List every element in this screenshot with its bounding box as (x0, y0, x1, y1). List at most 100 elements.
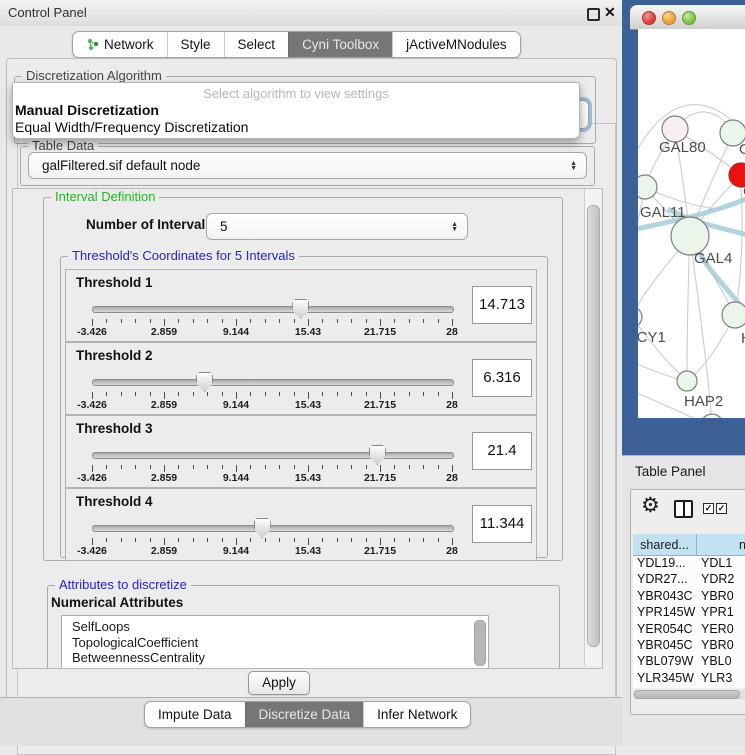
interval-definition-title: Interval Definition (51, 189, 159, 204)
threshold-slider[interactable]: -3.4262.8599.14415.4321.71528 (92, 517, 452, 557)
threshold-slider[interactable]: -3.4262.8599.14415.4321.71528 (92, 444, 452, 484)
network-node-gal11[interactable] (638, 175, 657, 199)
slider-tick (92, 319, 93, 326)
slider-track (92, 306, 454, 313)
tab-cyni-toolbox[interactable]: Cyni Toolbox (288, 32, 392, 57)
close-traffic-light-icon[interactable] (642, 11, 656, 25)
slider-tick (207, 319, 208, 323)
slider-tick (351, 319, 352, 323)
network-node-hap2[interactable] (677, 371, 697, 391)
table-row[interactable]: YBR043CYBR0 (633, 589, 745, 605)
table-hscrollbar-track[interactable] (633, 690, 745, 699)
algorithm-option-manual-discretization[interactable]: Manual Discretization (15, 102, 159, 118)
slider-tick (106, 319, 107, 323)
column-header-shared[interactable]: shared... (633, 534, 697, 556)
tab-impute-data[interactable]: Impute Data (145, 702, 245, 727)
network-window-titlebar[interactable] (630, 5, 745, 30)
network-edge[interactable] (735, 187, 742, 315)
threshold-value-field[interactable]: 6.316 (472, 359, 532, 397)
network-node-h[interactable] (722, 302, 745, 328)
zoom-traffic-light-icon[interactable] (682, 11, 696, 25)
table-row[interactable]: YIL052CYIL0 (633, 687, 745, 688)
table-row[interactable]: YER054CYER0 (633, 622, 745, 638)
table-data-combobox[interactable]: galFiltered.sif default node ▲▼ (28, 152, 587, 179)
network-edge[interactable] (638, 317, 687, 381)
bottom-tab-bar: Impute DataDiscretize DataInfer Network (144, 701, 471, 728)
node-table[interactable]: shared...n YDL19...YDL1YDR27...YDR2YBR04… (633, 534, 745, 688)
slider-thumb[interactable] (196, 372, 213, 392)
tab-jactivemnodules[interactable]: jActiveMNodules (392, 32, 520, 57)
minimize-traffic-light-icon[interactable] (662, 11, 676, 25)
network-node-gcy1[interactable] (638, 307, 642, 327)
threshold-value-field[interactable]: 14.713 (472, 286, 532, 324)
checkbox-icon[interactable]: ✓ (716, 503, 727, 514)
slider-tick-label: 15.43 (295, 545, 321, 557)
table-cell: YIL0 (697, 687, 745, 688)
attribute-item-selfloops[interactable]: SelfLoops (62, 619, 488, 635)
table-cell: YBR045C (633, 638, 697, 654)
table-row[interactable]: YLR345WYLR3 (633, 671, 745, 687)
number-of-intervals-combobox[interactable]: 5 ▲▼ (206, 213, 468, 240)
slider-tick (351, 392, 352, 396)
slider-tick (106, 465, 107, 469)
tab-discretize-data[interactable]: Discretize Data (245, 702, 364, 727)
slider-thumb[interactable] (369, 445, 386, 465)
network-edge[interactable] (638, 187, 645, 279)
table-row[interactable]: YBR045CYBR0 (633, 638, 745, 654)
network-node-label: GAL4 (694, 250, 732, 267)
node-table-body: YDL19...YDL1YDR27...YDR2YBR043CYBR0YPR14… (633, 556, 745, 688)
network-edge-thick[interactable] (638, 414, 646, 418)
slider-tick (380, 319, 381, 326)
tab-network[interactable]: Network (73, 32, 167, 57)
attribute-item-topologicalcoefficient[interactable]: TopologicalCoefficient (62, 635, 488, 651)
slider-tick (394, 465, 395, 469)
network-edge[interactable] (687, 236, 690, 381)
slider-tick (265, 538, 266, 542)
table-row[interactable]: YDL19...YDL1 (633, 556, 745, 572)
table-cell: YDL1 (697, 556, 745, 572)
threshold-slider[interactable]: -3.4262.8599.14415.4321.71528 (92, 298, 452, 338)
table-row[interactable]: YBL079WYBL0 (633, 654, 745, 670)
threshold-value-field[interactable]: 21.4 (472, 432, 532, 470)
numerical-attributes-list[interactable]: SelfLoopsTopologicalCoefficientBetweenne… (61, 615, 489, 669)
attribute-item-betweennesscentrality[interactable]: BetweennessCentrality (62, 650, 488, 666)
tab-select[interactable]: Select (224, 32, 289, 57)
slider-tick-label: 15.43 (295, 399, 321, 411)
slider-tick (366, 465, 367, 469)
network-node-label: GAL80 (659, 139, 706, 156)
slider-tick (222, 465, 223, 469)
apply-button[interactable]: Apply (248, 671, 310, 695)
slider-tick (308, 319, 309, 326)
slider-tick (236, 392, 237, 399)
tab-infer-network[interactable]: Infer Network (363, 702, 470, 727)
gear-icon[interactable]: ⚙ (641, 493, 660, 518)
network-node[interactable] (701, 414, 723, 418)
tab-style[interactable]: Style (167, 32, 224, 57)
table-row[interactable]: YPR145WYPR1 (633, 605, 745, 621)
slider-tick (279, 465, 280, 469)
table-row[interactable]: YDR27...YDR2 (633, 572, 745, 588)
slider-thumb[interactable] (254, 518, 271, 538)
slider-tick (279, 319, 280, 323)
column-header-n[interactable]: n (697, 534, 745, 556)
settings-scrollbar-thumb[interactable] (587, 205, 600, 647)
column-layout-icon[interactable] (674, 500, 693, 518)
list-scrollbar[interactable] (474, 620, 486, 666)
slider-tick (337, 319, 338, 323)
float-window-icon[interactable] (587, 8, 600, 21)
threshold-value-field[interactable]: 11.344 (472, 505, 532, 543)
slider-tick (178, 319, 179, 323)
threshold-row: Threshold 1-3.4262.8599.14415.4321.71528… (65, 269, 537, 342)
slider-tick-label: 21.715 (364, 545, 396, 557)
slider-tick-label: 2.859 (151, 545, 177, 557)
slider-tick (150, 392, 151, 396)
table-hscrollbar-thumb[interactable] (634, 690, 740, 699)
threshold-slider[interactable]: -3.4262.8599.14415.4321.71528 (92, 371, 452, 411)
network-canvas[interactable]: GAL80GCGAL11GAL4GCY1HHAP2 (638, 29, 745, 418)
close-icon[interactable]: ✕ (604, 4, 616, 21)
checkbox-icon[interactable]: ✓ (703, 503, 714, 514)
algorithm-option-equal-width-frequency-discretization[interactable]: Equal Width/Frequency Discretization (15, 119, 248, 135)
slider-tick (337, 538, 338, 542)
slider-thumb[interactable] (292, 299, 309, 319)
slider-tick (409, 319, 410, 323)
